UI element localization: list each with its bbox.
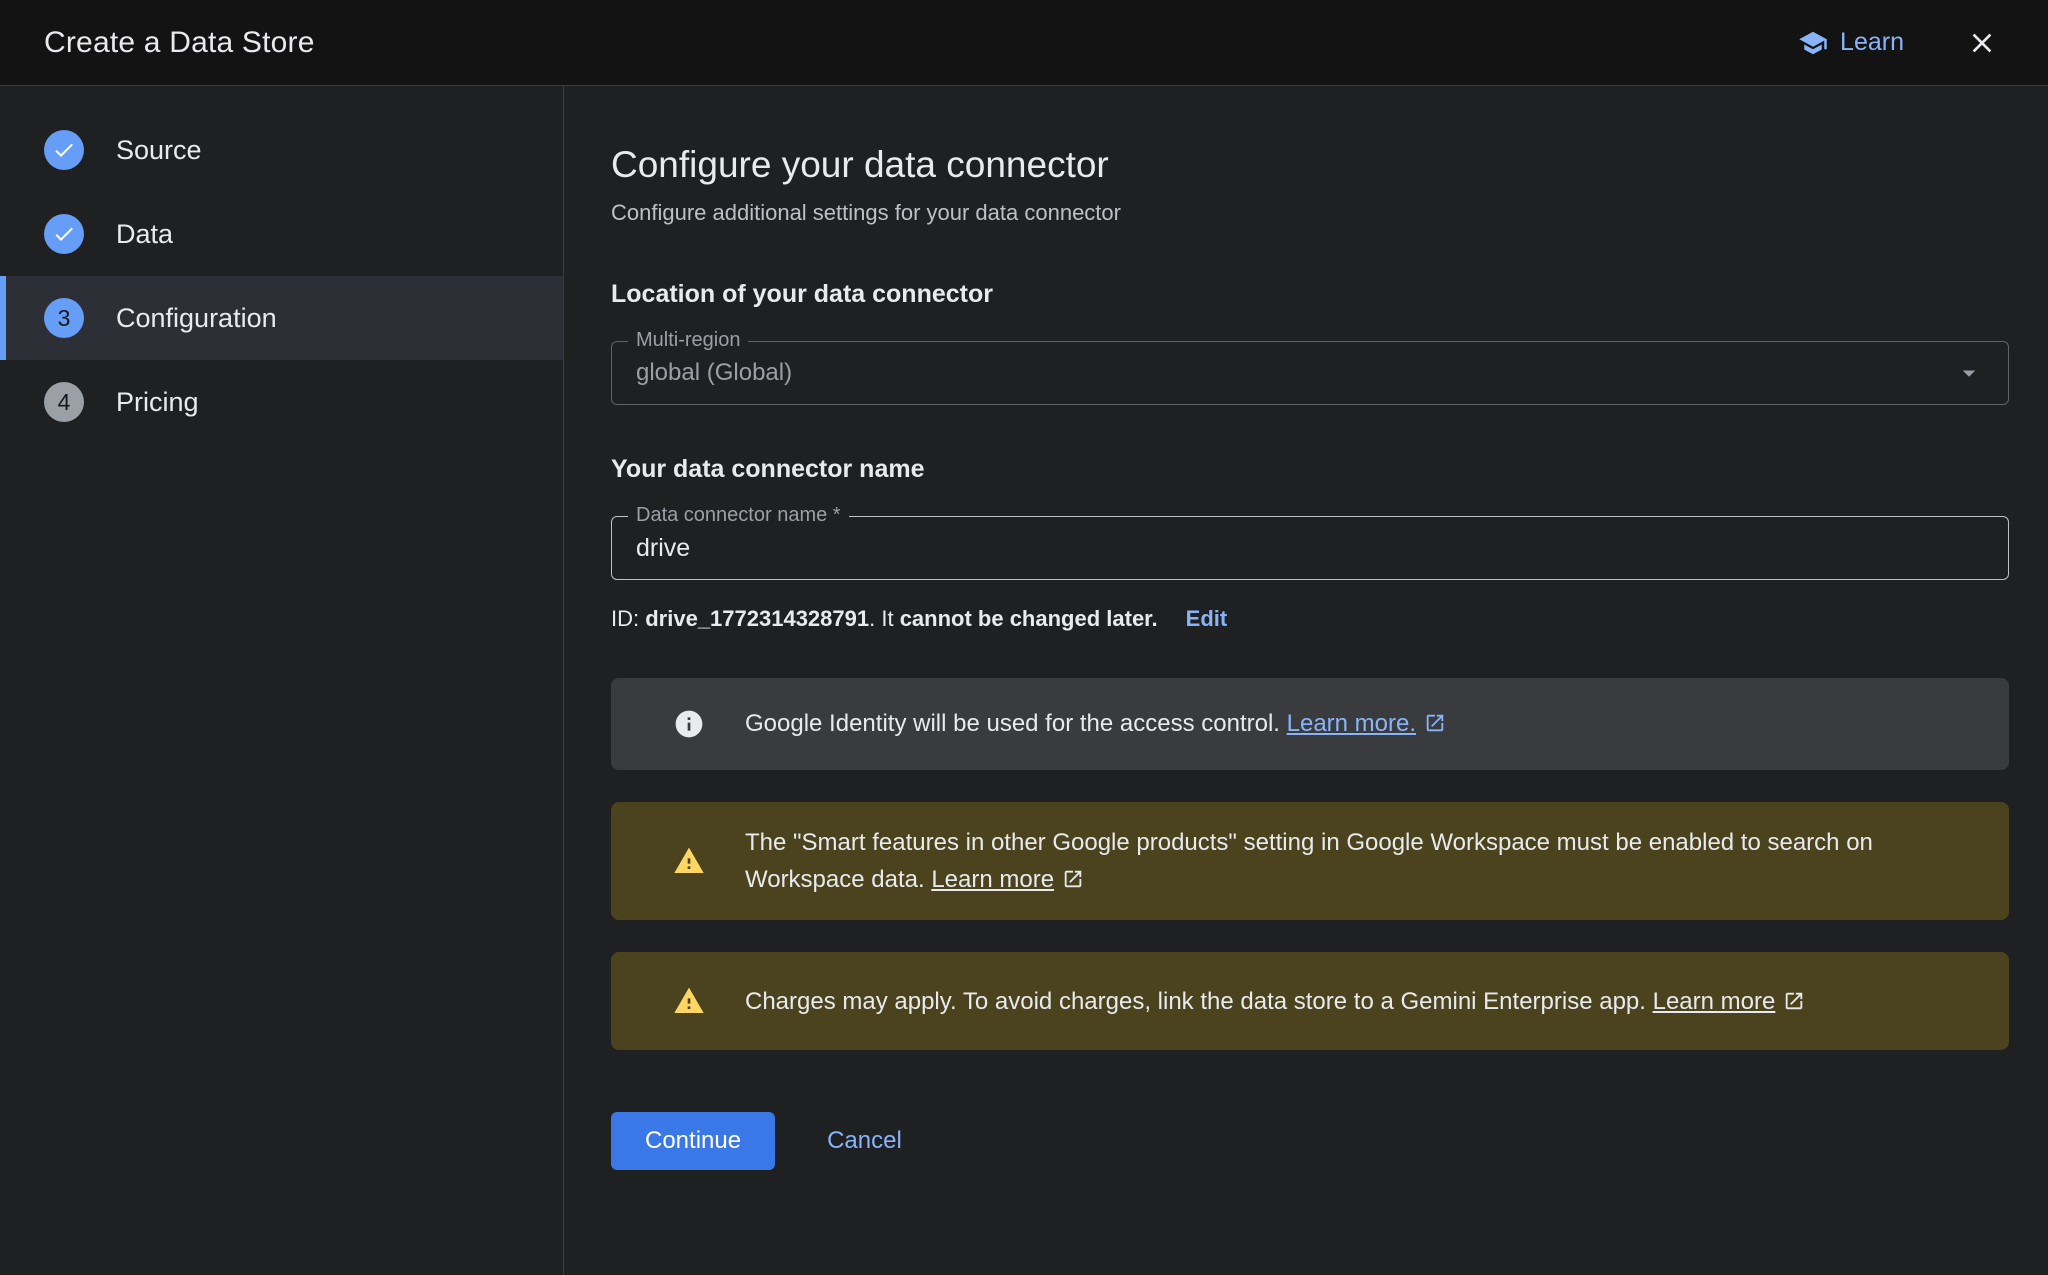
step-number: 3 (44, 298, 84, 338)
dialog-title: Create a Data Store (44, 26, 315, 60)
helper-mid: . It (869, 606, 900, 631)
multi-region-label: Multi-region (628, 329, 748, 352)
warning-triangle-icon (673, 845, 705, 877)
dropdown-arrow-icon (1954, 358, 1984, 388)
step-complete-icon (44, 130, 84, 170)
step-label: Data (116, 219, 173, 250)
close-button[interactable] (1960, 21, 2004, 65)
step-label: Configuration (116, 303, 277, 334)
cancel-button[interactable]: Cancel (827, 1127, 902, 1155)
form-actions: Continue Cancel (611, 1112, 2009, 1170)
close-icon (1966, 27, 1998, 59)
charges-banner-text: Charges may apply. To avoid charges, lin… (745, 983, 1805, 1020)
info-text: Google Identity will be used for the acc… (745, 710, 1287, 737)
identity-info-banner: Google Identity will be used for the acc… (611, 678, 2009, 770)
charges-text: Charges may apply. To avoid charges, lin… (745, 988, 1653, 1015)
helper-prefix: ID: (611, 606, 645, 631)
charges-warning-banner: Charges may apply. To avoid charges, lin… (611, 952, 2009, 1050)
info-link-label: Learn more. (1287, 710, 1416, 737)
step-label: Source (116, 135, 202, 166)
charges-link-label: Learn more (1653, 988, 1776, 1015)
continue-button[interactable]: Continue (611, 1112, 775, 1170)
warning-text: The "Smart features in other Google prod… (745, 829, 1873, 893)
helper-bold: cannot be changed later. (900, 606, 1158, 631)
configuration-panel: Configure your data connector Configure … (564, 86, 2048, 1275)
learn-label: Learn (1840, 28, 1904, 57)
external-link-icon (1062, 868, 1084, 890)
data-connector-name-label: Data connector name * (628, 504, 849, 527)
charges-learn-more-link[interactable]: Learn more (1653, 988, 1806, 1015)
page-title: Configure your data connector (611, 144, 2009, 186)
page-subtitle: Configure additional settings for your d… (611, 200, 2009, 226)
multi-region-value: global (Global) (636, 359, 792, 387)
warning-link-label: Learn more (931, 866, 1054, 893)
location-section-heading: Location of your data connector (611, 280, 2009, 309)
step-complete-icon (44, 214, 84, 254)
info-learn-more-link[interactable]: Learn more. (1287, 710, 1446, 737)
edit-id-link[interactable]: Edit (1186, 606, 1228, 631)
info-banner-text: Google Identity will be used for the acc… (745, 705, 1446, 742)
connector-id-helper: ID: drive_1772314328791. It cannot be ch… (611, 606, 2009, 632)
stepper-item-data[interactable]: Data (0, 192, 563, 276)
connector-id: drive_1772314328791 (645, 606, 869, 631)
data-connector-name-input[interactable] (636, 534, 1984, 563)
warning-banner-text: The "Smart features in other Google prod… (745, 824, 1969, 898)
dialog-header: Create a Data Store Learn (0, 0, 2048, 86)
header-actions: Learn (1798, 21, 2004, 65)
data-connector-name-field: Data connector name * (611, 516, 2009, 580)
step-label: Pricing (116, 387, 199, 418)
stepper-item-pricing[interactable]: 4 Pricing (0, 360, 563, 444)
name-section-heading: Your data connector name (611, 455, 2009, 484)
learn-link[interactable]: Learn (1798, 28, 1904, 58)
external-link-icon (1783, 990, 1805, 1012)
dialog-body: Source Data 3 Configuration 4 Pricing Co… (0, 86, 2048, 1275)
step-number: 4 (44, 382, 84, 422)
stepper-item-configuration[interactable]: 3 Configuration (0, 276, 563, 360)
stepper-sidebar: Source Data 3 Configuration 4 Pricing (0, 86, 564, 1275)
multi-region-select[interactable]: Multi-region global (Global) (611, 341, 2009, 405)
workspace-learn-more-link[interactable]: Learn more (931, 866, 1084, 893)
external-link-icon (1424, 712, 1446, 734)
info-icon (673, 708, 705, 740)
workspace-warning-banner: The "Smart features in other Google prod… (611, 802, 2009, 920)
warning-triangle-icon (673, 985, 705, 1017)
stepper-item-source[interactable]: Source (0, 108, 563, 192)
graduation-cap-icon (1798, 28, 1828, 58)
